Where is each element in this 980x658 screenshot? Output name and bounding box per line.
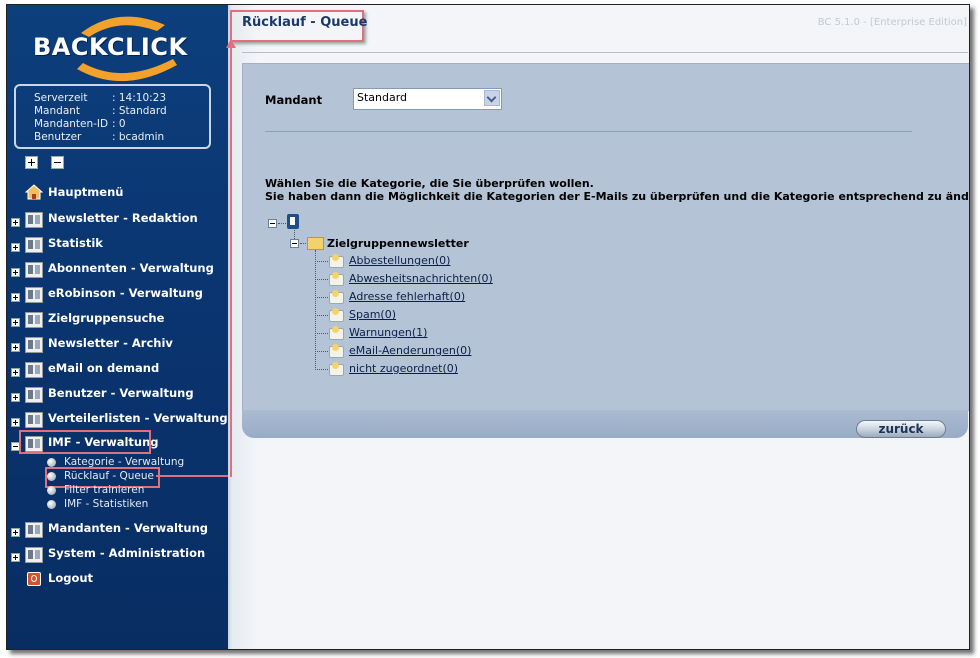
sidebar-item-erobinson-verwaltung[interactable]: eRobinson - Verwaltung	[7, 285, 228, 307]
envelope-icon	[329, 254, 344, 268]
folder-icon	[25, 237, 43, 253]
expand-icon[interactable]	[11, 343, 20, 352]
folder-icon	[25, 547, 43, 563]
back-button[interactable]: zurück	[856, 420, 946, 438]
sidebar-item-email-on-demand[interactable]: eMail on demand	[7, 360, 228, 382]
divider	[265, 131, 912, 132]
folder-icon	[25, 312, 43, 328]
envelope-icon	[329, 362, 344, 376]
expand-icon[interactable]	[11, 418, 20, 427]
logo: BACKCLICK	[23, 13, 213, 81]
folder-icon	[25, 362, 43, 378]
logo-text: BACKCLICK	[33, 33, 188, 61]
folder-icon	[25, 387, 43, 403]
envelope-icon	[329, 272, 344, 286]
collapse-all-button[interactable]	[51, 156, 64, 169]
expand-icon[interactable]	[11, 243, 20, 252]
tree-root-icon	[287, 214, 299, 229]
info-row: Serverzeit: 14:10:23	[34, 92, 167, 104]
tree-collapse-icon[interactable]	[290, 239, 299, 248]
page-title: Rücklauf - Queue	[242, 15, 368, 30]
bullet-icon	[47, 486, 56, 495]
mandant-select[interactable]: Standard	[353, 88, 502, 110]
expand-icon[interactable]	[11, 393, 20, 402]
imf-highlight-frame	[19, 430, 151, 454]
divider	[242, 52, 968, 53]
envelope-icon	[329, 290, 344, 304]
folder-icon	[25, 412, 43, 428]
folder-icon	[25, 212, 43, 228]
app-window: BACKCLICK Serverzeit: 14:10:23 Mandant: …	[6, 4, 970, 650]
sidebar-item-newsletter-redaktion[interactable]: Newsletter - Redaktion	[7, 210, 228, 232]
sidebar-item-logout[interactable]: Logout	[7, 570, 228, 592]
connector-line	[156, 475, 230, 477]
sidebar-item-system-administration[interactable]: System - Administration	[7, 545, 228, 567]
expand-icon[interactable]	[11, 368, 20, 377]
expand-icon[interactable]	[11, 293, 20, 302]
bullet-icon	[47, 500, 56, 509]
arrow-up-icon	[226, 39, 236, 48]
expand-icon[interactable]	[11, 528, 20, 537]
envelope-icon	[329, 326, 344, 340]
folder-icon	[25, 262, 43, 278]
tree-collapse-icon[interactable]	[268, 219, 277, 228]
info-row: Mandanten-ID: 0	[34, 118, 126, 130]
sidebar-item-verteilerlisten-verwaltung[interactable]: Verteilerlisten - Verwaltung	[7, 410, 228, 432]
expand-icon[interactable]	[11, 318, 20, 327]
home-icon	[25, 184, 43, 200]
sidebar-item-statistik[interactable]: Statistik	[7, 235, 228, 257]
sidebar-item-mandanten-verwaltung[interactable]: Mandanten - Verwaltung	[7, 520, 228, 542]
sidebar-item-abonnenten-verwaltung[interactable]: Abonnenten - Verwaltung	[7, 260, 228, 282]
session-info-box: Serverzeit: 14:10:23 Mandant: Standard M…	[14, 84, 211, 149]
sidebar-item-zielgruppensuche[interactable]: Zielgruppensuche	[7, 310, 228, 332]
mandant-label: Mandant	[265, 93, 323, 107]
instruction-line: Wählen Sie die Kategorie, die Sie überpr…	[265, 177, 594, 190]
version-label: BC 5.1.0 - [Enterprise Edition]	[817, 17, 967, 28]
folder-icon	[25, 337, 43, 353]
instruction-line: Sie haben dann die Möglichkeit die Kateg…	[265, 190, 970, 203]
folder-icon	[25, 287, 43, 303]
content-panel: Mandant Standard Wählen Sie die Kategori…	[242, 63, 970, 411]
sidebar-item-newsletter-archiv[interactable]: Newsletter - Archiv	[7, 335, 228, 357]
chevron-down-icon[interactable]	[484, 90, 500, 106]
envelope-icon	[329, 308, 344, 322]
connector-line	[230, 41, 232, 477]
sidebar-item-benutzer-verwaltung[interactable]: Benutzer - Verwaltung	[7, 385, 228, 407]
expand-all-button[interactable]	[25, 156, 38, 169]
info-row: Mandant: Standard	[34, 105, 167, 117]
expand-icon[interactable]	[11, 268, 20, 277]
bullet-icon	[47, 458, 56, 467]
info-row: Benutzer: bcadmin	[34, 131, 165, 143]
main-content: Rücklauf - Queue BC 5.1.0 - [Enterprise …	[226, 5, 970, 649]
sidebar: BACKCLICK Serverzeit: 14:10:23 Mandant: …	[7, 5, 230, 649]
logout-icon	[27, 572, 41, 586]
folder-icon	[25, 522, 43, 538]
expand-icon[interactable]	[11, 218, 20, 227]
sidebar-item-hauptmenue[interactable]: Hauptmenü	[7, 184, 228, 206]
envelope-icon	[329, 344, 344, 358]
tree-folder-label: Zielgruppennewsletter	[327, 237, 469, 250]
expand-icon[interactable]	[11, 553, 20, 562]
folder-open-icon	[307, 237, 324, 250]
